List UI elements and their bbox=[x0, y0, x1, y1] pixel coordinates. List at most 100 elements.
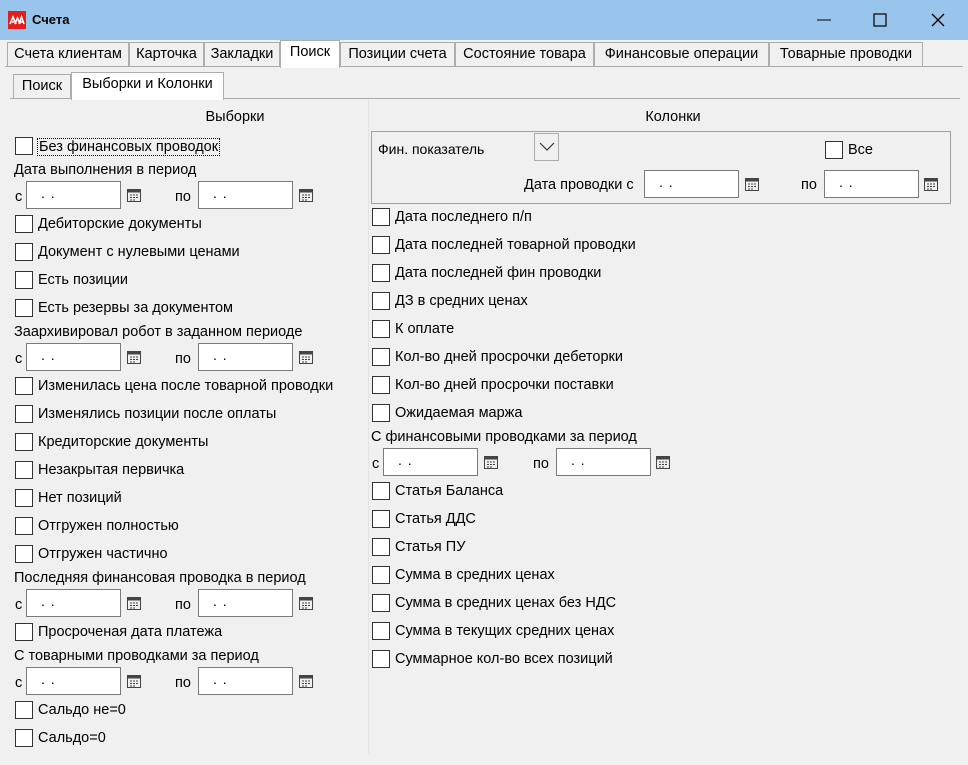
unclosed-primary-label: Незакрытая первичка bbox=[38, 462, 185, 478]
exec-to-date-input[interactable]: . . bbox=[198, 181, 293, 209]
no-positions-checkbox[interactable] bbox=[15, 489, 33, 507]
window-title: Счета bbox=[32, 12, 70, 27]
saldo-zero-checkbox[interactable] bbox=[15, 729, 33, 747]
goods-to-date-input[interactable]: . . bbox=[198, 667, 293, 695]
calendar-icon[interactable] bbox=[299, 596, 313, 610]
price-changed-checkbox[interactable] bbox=[15, 377, 33, 395]
calendar-icon[interactable] bbox=[127, 596, 141, 610]
tab-fin-operations[interactable]: Финансовые операции bbox=[594, 42, 769, 67]
app-logo-icon bbox=[8, 11, 26, 29]
pu-item-checkbox[interactable] bbox=[372, 538, 390, 556]
archived-from-label: с bbox=[15, 351, 23, 367]
last-goods-checkbox[interactable] bbox=[372, 236, 390, 254]
zero-price-label: Документ с нулевыми ценами bbox=[38, 244, 240, 260]
days-overdue-deb-label: Кол-во дней просрочки дебеторки bbox=[395, 349, 623, 365]
has-reserves-checkbox[interactable] bbox=[15, 299, 33, 317]
all-label: Все bbox=[848, 142, 873, 158]
has-positions-label: Есть позиции bbox=[38, 272, 128, 288]
total-qty-checkbox[interactable] bbox=[372, 650, 390, 668]
shipped-full-checkbox[interactable] bbox=[15, 517, 33, 535]
goods-from-date-input[interactable]: . . bbox=[26, 667, 121, 695]
last-fin-from-date-input[interactable]: . . bbox=[26, 589, 121, 617]
fin-from-label: с bbox=[372, 456, 380, 472]
expected-margin-checkbox[interactable] bbox=[372, 404, 390, 422]
has-positions-checkbox[interactable] bbox=[15, 271, 33, 289]
dz-avg-checkbox[interactable] bbox=[372, 292, 390, 310]
saldo-zero-label: Сальдо=0 bbox=[38, 730, 106, 746]
tab-goods-state[interactable]: Состояние товара bbox=[455, 42, 594, 67]
creditor-checkbox[interactable] bbox=[15, 433, 33, 451]
calendar-icon[interactable] bbox=[299, 188, 313, 202]
fin-indicator-select[interactable]: Фин. показатель bbox=[378, 141, 484, 157]
archived-to-date-input[interactable]: . . bbox=[198, 343, 293, 371]
calendar-icon[interactable] bbox=[299, 674, 313, 688]
subtab-selections-columns[interactable]: Выборки и Колонки bbox=[71, 72, 224, 100]
maximize-button[interactable] bbox=[852, 0, 908, 40]
last-fin-to-date-input[interactable]: . . bbox=[198, 589, 293, 617]
exec-from-label: с bbox=[15, 189, 23, 205]
debitor-label: Дебиторские документы bbox=[38, 216, 202, 232]
post-date-to-input[interactable]: . . bbox=[824, 170, 919, 198]
days-overdue-supply-label: Кол-во дней просрочки поставки bbox=[395, 377, 614, 393]
goods-from-label: с bbox=[15, 675, 23, 691]
unclosed-primary-checkbox[interactable] bbox=[15, 461, 33, 479]
column-separator bbox=[368, 100, 369, 754]
minimize-icon bbox=[817, 19, 831, 21]
fin-from-date-input[interactable]: . . bbox=[383, 448, 478, 476]
exec-from-date-input[interactable]: . . bbox=[26, 181, 121, 209]
post-date-from-input[interactable]: . . bbox=[644, 170, 739, 198]
days-overdue-deb-checkbox[interactable] bbox=[372, 348, 390, 366]
sum-avg-no-vat-checkbox[interactable] bbox=[372, 594, 390, 612]
overdue-payment-checkbox[interactable] bbox=[15, 623, 33, 641]
last-pp-checkbox[interactable] bbox=[372, 208, 390, 226]
no-fin-checkbox[interactable] bbox=[15, 137, 33, 155]
last-fin-to-label: по bbox=[175, 597, 191, 613]
positions-changed-label: Изменялись позиции после оплаты bbox=[38, 406, 277, 422]
days-overdue-supply-checkbox[interactable] bbox=[372, 376, 390, 394]
fin-to-date-input[interactable]: . . bbox=[556, 448, 651, 476]
selections-header: Выборки bbox=[205, 109, 265, 125]
calendar-icon[interactable] bbox=[484, 455, 498, 469]
archived-from-date-input[interactable]: . . bbox=[26, 343, 121, 371]
no-positions-label: Нет позиций bbox=[38, 490, 122, 506]
fin-indicator-dropdown-button[interactable] bbox=[534, 133, 559, 161]
calendar-icon[interactable] bbox=[127, 350, 141, 364]
positions-changed-checkbox[interactable] bbox=[15, 405, 33, 423]
close-icon bbox=[931, 13, 945, 27]
calendar-icon[interactable] bbox=[924, 177, 938, 191]
dz-avg-label: ДЗ в средних ценах bbox=[395, 293, 528, 309]
to-pay-checkbox[interactable] bbox=[372, 320, 390, 338]
calendar-icon[interactable] bbox=[127, 674, 141, 688]
calendar-icon[interactable] bbox=[656, 455, 670, 469]
debitor-checkbox[interactable] bbox=[15, 215, 33, 233]
calendar-icon[interactable] bbox=[745, 177, 759, 191]
exec-to-label: по bbox=[175, 189, 191, 205]
columns-header: Колонки bbox=[645, 109, 701, 125]
sum-avg-checkbox[interactable] bbox=[372, 566, 390, 584]
no-fin-label: Без финансовых проводок bbox=[37, 138, 221, 156]
calendar-icon[interactable] bbox=[127, 188, 141, 202]
shipped-partial-checkbox[interactable] bbox=[15, 545, 33, 563]
tab-search[interactable]: Поиск bbox=[280, 40, 340, 68]
zero-price-checkbox[interactable] bbox=[15, 243, 33, 261]
tab-bookmarks[interactable]: Закладки bbox=[204, 42, 280, 67]
chevron-down-icon bbox=[539, 142, 555, 151]
tab-card[interactable]: Карточка bbox=[129, 42, 204, 67]
calendar-icon[interactable] bbox=[299, 350, 313, 364]
tab-positions[interactable]: Позиции счета bbox=[340, 42, 455, 67]
close-button[interactable] bbox=[910, 0, 966, 40]
all-checkbox[interactable] bbox=[825, 141, 843, 159]
sum-current-avg-checkbox[interactable] bbox=[372, 622, 390, 640]
balance-item-checkbox[interactable] bbox=[372, 482, 390, 500]
saldo-nonzero-checkbox[interactable] bbox=[15, 701, 33, 719]
last-goods-label: Дата последней товарной проводки bbox=[395, 237, 636, 253]
tab-goods-postings[interactable]: Товарные проводки bbox=[769, 42, 923, 67]
exec-period-label: Дата выполнения в период bbox=[14, 162, 197, 178]
last-fin-checkbox[interactable] bbox=[372, 264, 390, 282]
saldo-nonzero-label: Сальдо не=0 bbox=[38, 702, 126, 718]
subtab-search[interactable]: Поиск bbox=[13, 74, 71, 99]
dds-item-checkbox[interactable] bbox=[372, 510, 390, 528]
tab-accounts[interactable]: Счета клиентам bbox=[7, 42, 129, 67]
minimize-button[interactable] bbox=[796, 0, 852, 40]
last-fin-label: Дата последней фин проводки bbox=[395, 265, 602, 281]
